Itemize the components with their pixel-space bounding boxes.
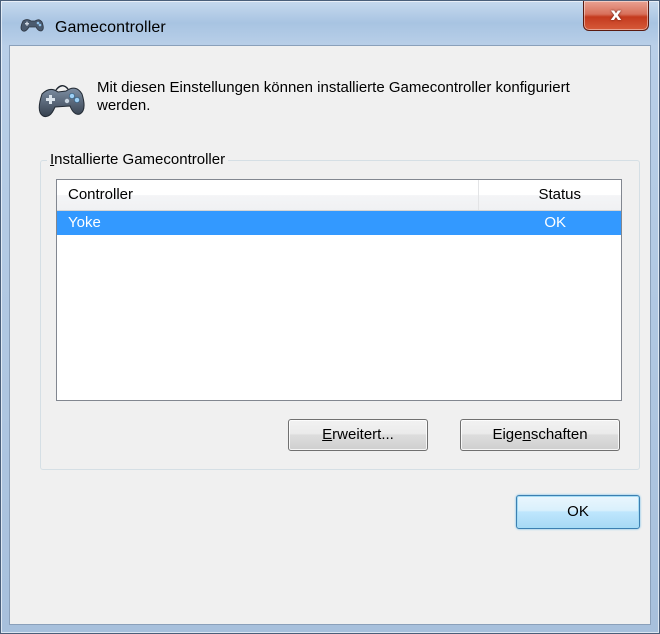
intro-text: Mit diesen Einstellungen können installi… xyxy=(97,79,570,114)
properties-button[interactable]: Eigenschaften xyxy=(460,419,620,451)
advanced-button[interactable]: Erweitert... xyxy=(288,419,428,451)
properties-label-start: Eige xyxy=(492,426,523,443)
group-label: Installierte Gamecontroller xyxy=(47,151,229,168)
title-bar[interactable]: Gamecontroller x xyxy=(1,1,659,45)
table-row[interactable]: Yoke OK xyxy=(57,211,621,235)
close-button[interactable]: x xyxy=(583,1,649,31)
advanced-accesskey: E xyxy=(322,426,333,443)
dialog-client-area: Mit diesen Einstellungen können installi… xyxy=(9,45,651,625)
window-title: Gamecontroller xyxy=(55,19,166,36)
advanced-label: rweitert... xyxy=(332,426,394,443)
group-label-text: nstallierte Gamecontroller xyxy=(54,151,226,168)
cell-controller: Yoke xyxy=(68,214,101,231)
gamepad-icon xyxy=(38,85,85,118)
properties-label-end: schaften xyxy=(530,426,588,443)
controller-list[interactable]: Controller Status Yoke OK xyxy=(56,179,622,401)
gamepad-icon xyxy=(20,19,44,32)
close-icon: x xyxy=(610,5,622,25)
dialog-window: Gamecontroller x Mit diesen Einstellunge… xyxy=(0,0,660,634)
column-header-controller[interactable]: Controller xyxy=(57,180,479,210)
list-header: Controller Status xyxy=(57,180,621,211)
ok-button[interactable]: OK xyxy=(516,495,640,529)
cell-status: OK xyxy=(544,214,566,231)
column-header-status[interactable]: Status xyxy=(479,180,621,210)
properties-accesskey: n xyxy=(522,426,531,443)
